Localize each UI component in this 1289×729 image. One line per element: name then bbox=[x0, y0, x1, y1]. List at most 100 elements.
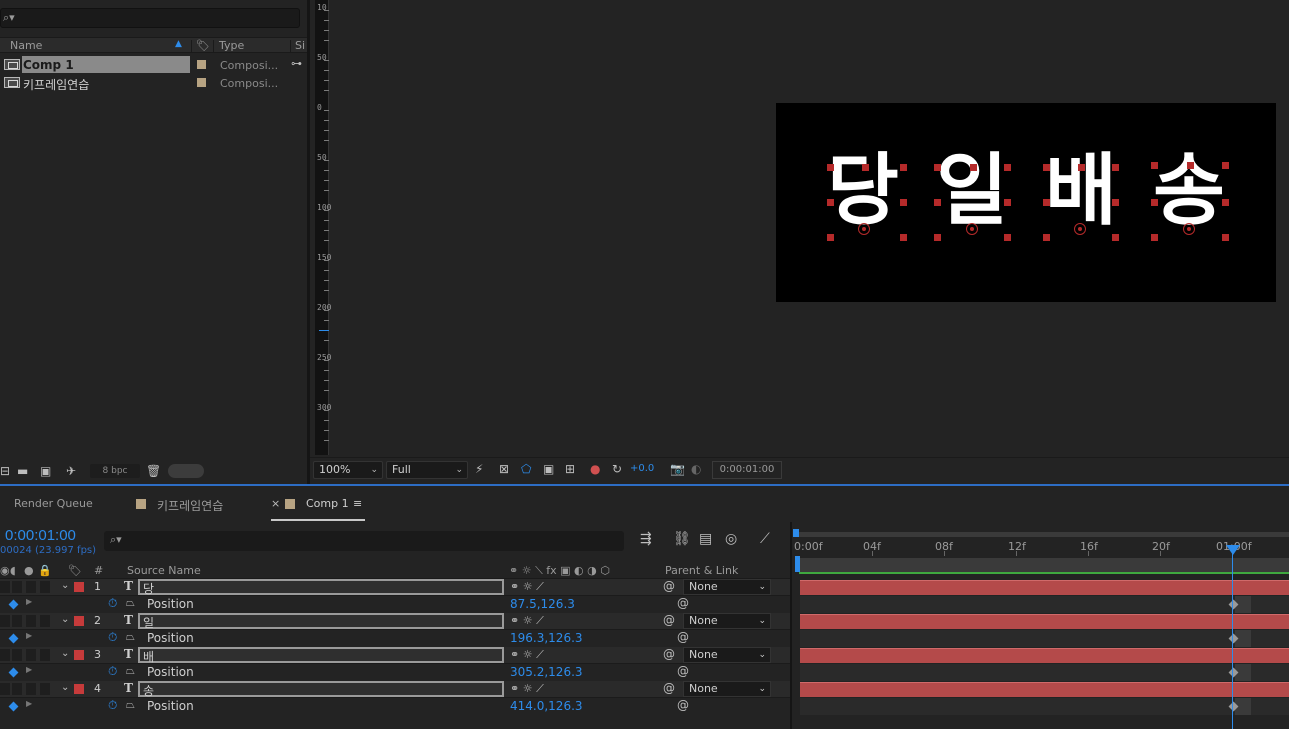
work-area-start-handle[interactable] bbox=[795, 556, 800, 572]
layer-name-field[interactable]: 배 bbox=[138, 647, 504, 664]
layer-duration-bar[interactable] bbox=[800, 682, 1289, 697]
lock-toggle[interactable] bbox=[40, 683, 50, 695]
position-value[interactable]: 414.0,126.3 bbox=[510, 699, 583, 713]
parent-select[interactable]: None ⌄ bbox=[683, 579, 771, 595]
transform-handle[interactable] bbox=[1151, 234, 1158, 241]
frame-blending-icon[interactable]: ▤ bbox=[699, 531, 712, 547]
tab-comp-1[interactable]: Comp 1 bbox=[306, 497, 349, 510]
transform-handle[interactable] bbox=[1222, 234, 1229, 241]
transform-handle[interactable] bbox=[1004, 234, 1011, 241]
graph-icon[interactable]: ⏢ bbox=[126, 630, 135, 644]
playhead-line[interactable] bbox=[1232, 545, 1233, 729]
new-composition-icon[interactable]: ▣ bbox=[40, 464, 51, 478]
time-navigator-start-handle[interactable] bbox=[793, 529, 799, 537]
anchor-point-icon[interactable] bbox=[1074, 223, 1086, 235]
pick-whip-icon[interactable]: @ bbox=[663, 579, 675, 593]
solo-icon[interactable]: ● bbox=[24, 564, 34, 577]
transform-handle[interactable] bbox=[827, 234, 834, 241]
composition-canvas[interactable]: 당 일 배 송 bbox=[776, 103, 1276, 302]
label-tag-icon[interactable]: 🏷 bbox=[196, 39, 210, 52]
playhead-handle[interactable] bbox=[1226, 545, 1240, 555]
audio-toggle[interactable] bbox=[12, 581, 22, 593]
pick-whip-icon[interactable]: @ bbox=[663, 681, 675, 695]
layer-row[interactable]: ⌄ 4 T 송 ⚭ ☼ ⟋ @ None ⌄ bbox=[0, 681, 790, 698]
keyframe-navigator-icon[interactable] bbox=[8, 667, 19, 678]
zoom-select[interactable]: 100% ⌄ bbox=[313, 461, 383, 479]
property-row[interactable]: ▶ ⏱ ⏢ Position 414.0,126.3 @ bbox=[0, 698, 790, 715]
parent-select[interactable]: None ⌄ bbox=[683, 613, 771, 629]
audio-toggle[interactable] bbox=[12, 683, 22, 695]
column-source-name[interactable]: Source Name bbox=[127, 564, 201, 577]
shy-layers-icon[interactable]: ⛓ bbox=[673, 531, 691, 547]
audio-toggle[interactable] bbox=[12, 615, 22, 627]
transform-handle[interactable] bbox=[1151, 162, 1158, 169]
transform-handle[interactable] bbox=[1043, 199, 1050, 206]
solo-toggle[interactable] bbox=[26, 683, 36, 695]
column-type[interactable]: Type bbox=[219, 39, 244, 52]
project-item[interactable]: 키프레임연습 Composi... bbox=[0, 74, 290, 92]
audio-toggle[interactable] bbox=[12, 649, 22, 661]
tab-keyframe-practice[interactable]: 키프레임연습 bbox=[157, 497, 223, 514]
transform-handle[interactable] bbox=[934, 234, 941, 241]
anchor-point-icon[interactable] bbox=[858, 223, 870, 235]
panel-menu-icon[interactable]: ≡ bbox=[353, 497, 362, 510]
exposure-value[interactable]: +0.0 bbox=[630, 463, 654, 474]
close-icon[interactable]: × bbox=[271, 497, 280, 510]
chevron-down-icon[interactable]: ⌄ bbox=[61, 580, 69, 591]
transform-handle[interactable] bbox=[862, 164, 869, 171]
expression-pick-whip-icon[interactable]: @ bbox=[677, 664, 689, 678]
transform-handle[interactable] bbox=[900, 164, 907, 171]
next-keyframe-icon[interactable]: ▶ bbox=[26, 699, 32, 708]
layer-switches[interactable]: ⚭ ☼ ⟋ bbox=[510, 614, 544, 628]
transform-handle[interactable] bbox=[1151, 199, 1158, 206]
eye-icon[interactable] bbox=[0, 581, 10, 593]
graph-icon[interactable]: ⏢ bbox=[126, 698, 135, 712]
layer-row[interactable]: ⌄ 3 T 배 ⚭ ☼ ⟋ @ None ⌄ bbox=[0, 647, 790, 664]
layer-label-color[interactable] bbox=[74, 616, 84, 626]
lock-toggle[interactable] bbox=[40, 581, 50, 593]
next-keyframe-icon[interactable]: ▶ bbox=[26, 665, 32, 674]
transform-handle[interactable] bbox=[1004, 164, 1011, 171]
camera-snapshot-icon[interactable]: 📷 bbox=[670, 462, 685, 476]
solo-toggle[interactable] bbox=[26, 615, 36, 627]
project-search-input[interactable]: ⌕▾ bbox=[0, 8, 300, 28]
keyframe-navigator-icon[interactable] bbox=[8, 701, 19, 712]
transform-handle[interactable] bbox=[900, 199, 907, 206]
stopwatch-icon[interactable]: ⏱ bbox=[108, 664, 117, 679]
layer-switches[interactable]: ⚭ ☼ ⟋ bbox=[510, 648, 544, 662]
lock-toggle[interactable] bbox=[40, 615, 50, 627]
eye-icon[interactable] bbox=[0, 683, 10, 695]
chevron-down-icon[interactable]: ⌄ bbox=[61, 648, 69, 659]
transform-handle[interactable] bbox=[1112, 164, 1119, 171]
transform-handle[interactable] bbox=[827, 199, 834, 206]
transform-handle[interactable] bbox=[1112, 234, 1119, 241]
reset-exposure-icon[interactable]: ↻ bbox=[612, 462, 622, 476]
property-row[interactable]: ▶ ⏱ ⏢ Position 87.5,126.3 @ bbox=[0, 596, 790, 613]
mask-visibility-icon[interactable]: ⬠ bbox=[521, 462, 531, 476]
transform-handle[interactable] bbox=[934, 164, 941, 171]
bit-depth-button[interactable]: 8 bpc bbox=[90, 464, 140, 478]
graph-editor-icon[interactable]: ⟋ bbox=[760, 531, 770, 547]
show-snapshot-icon[interactable]: ◐ bbox=[691, 462, 701, 476]
eye-icon[interactable] bbox=[0, 615, 10, 627]
transform-handle[interactable] bbox=[970, 164, 977, 171]
parent-select[interactable]: None ⌄ bbox=[683, 681, 771, 697]
position-value[interactable]: 305.2,126.3 bbox=[510, 665, 583, 679]
transform-handle[interactable] bbox=[1043, 164, 1050, 171]
expression-pick-whip-icon[interactable]: @ bbox=[677, 596, 689, 610]
layer-label-color[interactable] bbox=[74, 684, 84, 694]
new-folder-icon[interactable]: ▬ bbox=[17, 464, 28, 478]
transform-handle[interactable] bbox=[1222, 162, 1229, 169]
solo-toggle[interactable] bbox=[26, 581, 36, 593]
transform-handle[interactable] bbox=[1043, 234, 1050, 241]
keyframe-navigator-icon[interactable] bbox=[8, 633, 19, 644]
layer-label-color[interactable] bbox=[74, 650, 84, 660]
position-value[interactable]: 87.5,126.3 bbox=[510, 597, 575, 611]
work-area-bar[interactable] bbox=[799, 558, 1289, 574]
tab-render-queue[interactable]: Render Queue bbox=[14, 497, 93, 510]
viewer-timecode[interactable]: 0:00:01:00 bbox=[712, 461, 782, 479]
lock-toggle[interactable] bbox=[40, 649, 50, 661]
label-tag-icon[interactable]: 🏷 bbox=[68, 564, 82, 577]
label-swatch[interactable] bbox=[197, 78, 206, 87]
pick-whip-icon[interactable]: @ bbox=[663, 647, 675, 661]
